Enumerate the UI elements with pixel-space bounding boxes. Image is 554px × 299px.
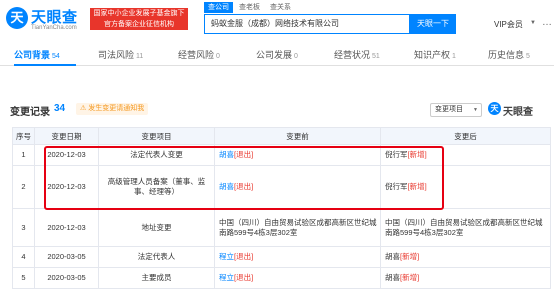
tab-count: 1 [452, 53, 456, 60]
tab-label: 历史信息 [488, 50, 525, 60]
notify-change-button[interactable]: ⚠ 发生变更请通知我 [76, 103, 149, 115]
search-tab-relation[interactable]: 查关系 [266, 2, 295, 13]
tab-label: 公司发展 [256, 50, 293, 60]
row-no: 1 [12, 144, 35, 166]
person-link[interactable]: 程立 [219, 273, 234, 282]
row-after: 胡喜[新增] [380, 267, 551, 289]
slogan-banner: 国家中小企业发展子基金旗下 官方备案企业征信机构 [90, 8, 188, 30]
col-header-no: 序号 [12, 127, 35, 145]
section-count: 34 [54, 103, 66, 114]
row-after: 中国（四川）自由贸易试验区成都高新区世纪城南路599号4栋3层302室 [380, 208, 551, 247]
tab-operation-risk[interactable]: 经营风险 0 [178, 44, 220, 66]
tab-label: 司法风险 [98, 50, 135, 60]
company-nav-bar: 公司背景 54 司法风险 11 经营风险 0 公司发展 0 经营状况 51 知识产权 1 历… [0, 44, 554, 66]
watermark-text: 天眼查 [503, 107, 533, 118]
vip-member-link[interactable]: VIP会员 [494, 19, 523, 30]
row-date: 2020-12-03 [34, 208, 99, 247]
filter-label: 变更项目 [435, 106, 463, 113]
person-link[interactable]: 程立 [219, 252, 234, 261]
tab-count: 0 [216, 53, 220, 60]
tab-count: 51 [372, 53, 380, 60]
tab-count: 0 [294, 53, 298, 60]
row-item: 法定代表人 [98, 246, 215, 268]
new-tag: [新增] [400, 273, 420, 282]
search-input[interactable]: 蚂蚁金服（成都）网络技术有限公司 [204, 14, 410, 34]
search-tab-company[interactable]: 查公司 [204, 2, 233, 13]
logo-icon[interactable]: 天 [6, 7, 28, 29]
table-row: 3 2020-12-03 地址变更 中国（四川）自由贸易试验区成都高新区世纪城南… [12, 208, 551, 247]
tab-judicial-risk[interactable]: 司法风险 11 [98, 44, 143, 66]
row-date: 2020-03-05 [34, 267, 99, 289]
person-name: 胡喜 [385, 273, 400, 282]
tab-count: 11 [136, 53, 144, 60]
active-tab-indicator [14, 64, 76, 66]
change-item-filter[interactable]: 变更项目 ▼ [430, 103, 482, 117]
col-header-before: 变更前 [214, 127, 381, 145]
tab-intellectual-property[interactable]: 知识产权 1 [414, 44, 456, 66]
tab-label: 经营风险 [178, 50, 215, 60]
warning-icon: ⚠ [80, 105, 89, 112]
tab-history-info[interactable]: 历史信息 5 [488, 44, 530, 66]
chevron-down-icon[interactable]: ▼ [530, 20, 536, 26]
tab-label: 公司背景 [14, 50, 51, 60]
search-button[interactable]: 天眼一下 [410, 14, 456, 34]
chevron-down-icon: ▼ [473, 107, 478, 113]
logo-domain: TianYanCha.com [31, 25, 77, 31]
person-name: 胡喜 [385, 252, 400, 261]
more-icon[interactable]: … [542, 17, 552, 28]
new-tag: [新增] [400, 252, 420, 261]
row-date: 2020-03-05 [34, 246, 99, 268]
tab-label: 经营状况 [334, 50, 371, 60]
exit-tag: [退出] [234, 252, 254, 261]
row-before: 中国（四川）自由贸易试验区成都高新区世纪城南路599号4栋3层302室 [214, 208, 381, 247]
tab-operation-status[interactable]: 经营状况 51 [334, 44, 380, 66]
tab-count: 54 [52, 53, 60, 60]
row-item: 地址变更 [98, 208, 215, 247]
notify-change-label: 发生变更请通知我 [88, 105, 145, 112]
row-before: 程立[退出] [214, 267, 381, 289]
exit-tag: [退出] [234, 273, 254, 282]
tab-company-background[interactable]: 公司背景 54 [14, 44, 60, 66]
row-item: 主要成员 [98, 267, 215, 289]
col-header-date: 变更日期 [34, 127, 99, 145]
slogan-line-1: 国家中小企业发展子基金旗下 [93, 10, 185, 17]
col-header-item: 变更项目 [98, 127, 215, 145]
section-title: 变更记录 [10, 107, 50, 118]
search-tab-boss[interactable]: 查老板 [235, 2, 264, 13]
row-after: 胡喜[新增] [380, 246, 551, 268]
slogan-line-2: 官方备案企业征信机构 [104, 21, 174, 28]
table-row: 5 2020-03-05 主要成员 程立[退出] 胡喜[新增] [12, 267, 551, 289]
table-header-row: 序号 变更日期 变更项目 变更前 变更后 [12, 127, 551, 145]
watermark-logo-icon: 天 [488, 102, 501, 115]
table-row: 4 2020-03-05 法定代表人 程立[退出] 胡喜[新增] [12, 246, 551, 268]
search-type-tabs: 查公司 查老板 查关系 [204, 2, 297, 13]
row-no: 3 [12, 208, 35, 247]
row-no: 4 [12, 246, 35, 268]
row-no: 2 [12, 165, 35, 209]
logo-name[interactable]: 天眼查 [31, 6, 78, 27]
tab-count: 5 [526, 53, 530, 60]
highlight-annotation-box [44, 146, 444, 210]
tab-label: 知识产权 [414, 50, 451, 60]
col-header-after: 变更后 [380, 127, 551, 145]
row-no: 5 [12, 267, 35, 289]
tab-company-development[interactable]: 公司发展 0 [256, 44, 298, 66]
row-before: 程立[退出] [214, 246, 381, 268]
